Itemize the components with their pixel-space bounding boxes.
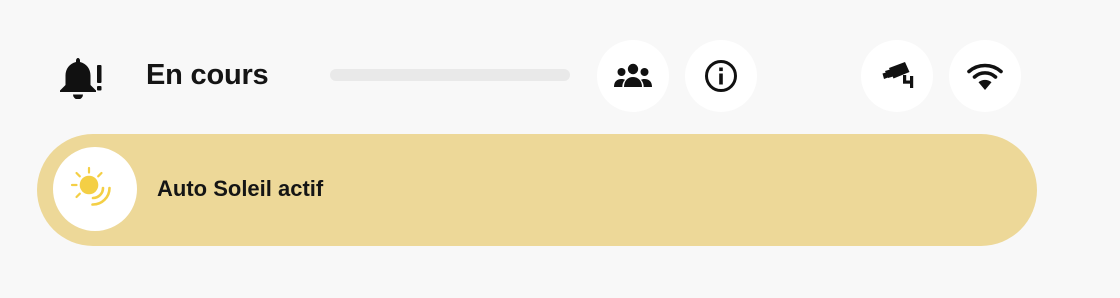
page-title: En cours xyxy=(146,59,269,91)
banner-icon-badge xyxy=(53,147,137,231)
wifi-button[interactable] xyxy=(949,40,1021,112)
progress-bar xyxy=(330,69,570,81)
auto-sun-banner[interactable]: Auto Soleil actif xyxy=(37,134,1037,246)
camera-button[interactable] xyxy=(861,40,933,112)
security-camera-icon xyxy=(882,62,914,88)
wifi-icon xyxy=(967,63,1003,90)
info-button[interactable] xyxy=(685,40,757,112)
people-group-icon xyxy=(614,63,652,87)
sun-sensor-icon xyxy=(70,166,111,206)
people-button[interactable] xyxy=(597,40,669,112)
info-circle-icon xyxy=(705,60,737,92)
banner-text: Auto Soleil actif xyxy=(157,176,324,201)
header-alert-icon xyxy=(57,55,103,100)
